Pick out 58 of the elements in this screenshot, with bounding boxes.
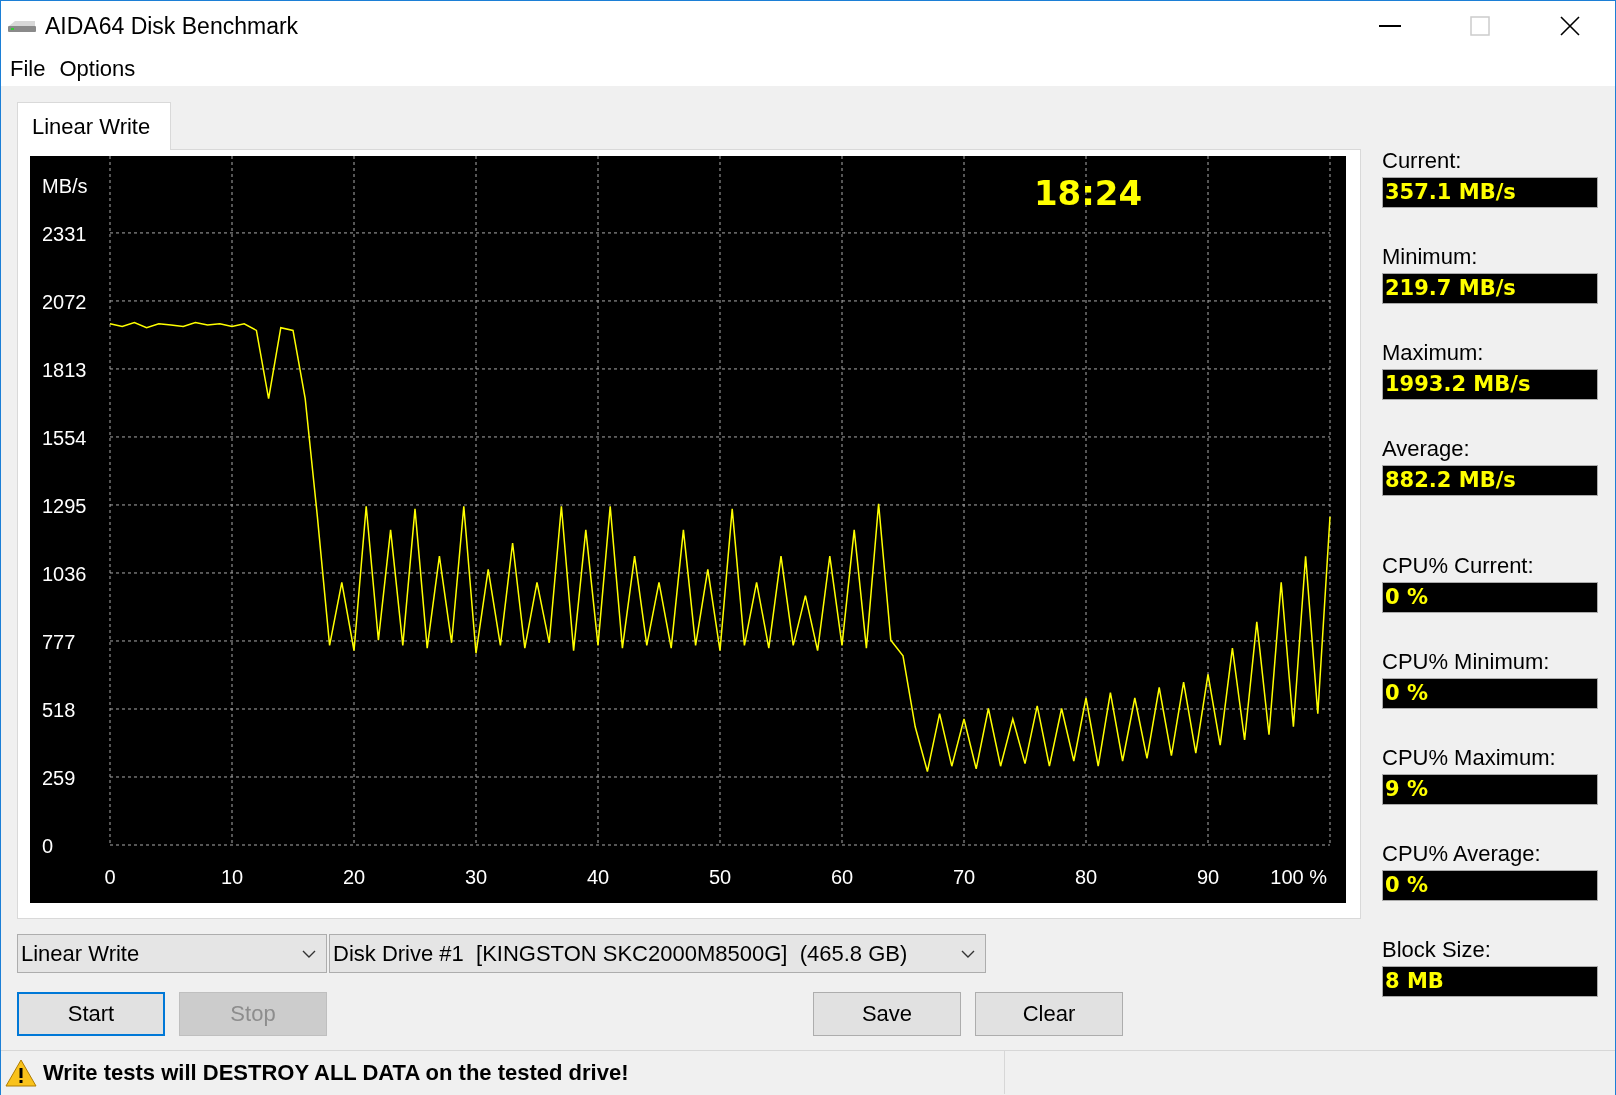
axis-label: 80 [1074, 866, 1098, 888]
menu-item[interactable]: File [3, 55, 53, 82]
maximize-icon [1469, 15, 1491, 37]
axis-label: 0 [42, 835, 54, 857]
axis-label: 1036 [42, 562, 87, 585]
warning-message: Write tests will DESTROY ALL DATA on the tested drive! [43, 1059, 629, 1086]
axis-label: 1813 [42, 358, 87, 381]
stat-value: 9 % [1382, 774, 1598, 805]
stat-value: 0 % [1382, 678, 1598, 709]
axis-label: 90 [1196, 866, 1220, 888]
axis-label: 20 [342, 866, 366, 888]
stat-value: 882.2 MB/s [1382, 465, 1598, 496]
stat-label: CPU% Minimum: [1382, 649, 1551, 675]
axis-label: 518 [42, 699, 76, 721]
axis-label: 30 [464, 866, 488, 888]
axis-label: 777 [42, 631, 76, 653]
axis-label: 50 [708, 866, 732, 888]
axis-label: 0 [104, 866, 116, 888]
stat-value: 0 % [1382, 870, 1598, 901]
caret-icon [302, 949, 316, 958]
stat-value: 0 % [1382, 582, 1598, 613]
axis-label: 10 [220, 866, 244, 888]
axis-label: 1554 [42, 426, 87, 449]
stat-label: CPU% Current: [1382, 553, 1535, 579]
axis-label: 2072 [42, 290, 87, 313]
stat-value: 1993.2 MB/s [1382, 369, 1598, 400]
stat-value: 8 MB [1382, 966, 1598, 997]
elapsed-time: 18:24 [1033, 173, 1143, 213]
stat-label: Minimum: [1382, 244, 1479, 270]
stat-label: CPU% Average: [1382, 841, 1542, 867]
stat-label: CPU% Maximum: [1382, 745, 1557, 771]
stat-label: Block Size: [1382, 937, 1492, 963]
stat-value: 357.1 MB/s [1382, 177, 1598, 208]
caret-icon [961, 949, 975, 958]
axis-label: 2331 [42, 222, 87, 245]
axis-label: 100 % [1270, 866, 1327, 888]
axis-label: 40 [586, 866, 610, 888]
close-icon [1559, 15, 1581, 37]
window-title: AIDA64 Disk Benchmark [45, 12, 300, 40]
minimize-icon [1379, 25, 1401, 27]
clear-button[interactable]: Clear [975, 992, 1123, 1036]
start-button[interactable]: Start [17, 992, 165, 1036]
axis-label: 1295 [42, 494, 87, 517]
axis-label: 259 [42, 767, 76, 789]
stat-label: Maximum: [1382, 340, 1485, 366]
stat-value: 219.7 MB/s [1382, 273, 1598, 304]
menu-item[interactable]: Options [52, 55, 143, 82]
axis-label: 60 [830, 866, 854, 888]
tab[interactable]: Linear Write [17, 102, 172, 150]
stat-label: Average: [1382, 436, 1471, 462]
save-button[interactable]: Save [813, 992, 961, 1036]
dropdown[interactable]: Linear Write [17, 934, 327, 973]
stat-label: Current: [1382, 148, 1463, 174]
dropdown[interactable]: Disk Drive #1 [KINGSTON SKC2000M8500G] (465.8 GB) [329, 934, 986, 973]
drive-icon [7, 19, 37, 33]
axis-label: 70 [952, 866, 976, 888]
axis-title: MB/s [42, 175, 88, 197]
warning-icon [5, 1058, 37, 1087]
